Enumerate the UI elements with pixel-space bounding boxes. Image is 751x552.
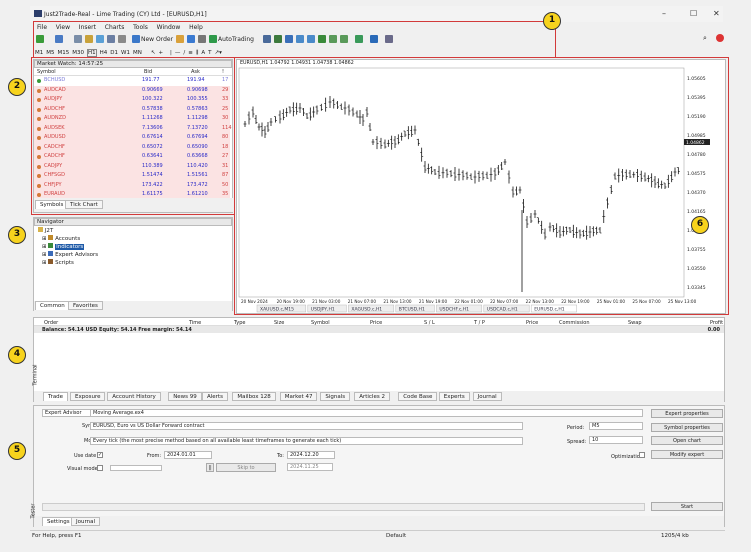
- nav-expert-advisors-label: Expert Advisors: [55, 252, 99, 258]
- tester-ea-select[interactable]: Moving Average.ex4: [90, 409, 643, 417]
- nav-accounts-label: Accounts: [55, 236, 81, 242]
- accounts-icon: [48, 235, 54, 240]
- chart-highlight: [234, 57, 729, 315]
- navigator-panel: Navigator J2T ⊞ Accounts ⊞ Indicators ⊞ …: [33, 217, 233, 311]
- tester-tabs: Settings Journal: [34, 516, 724, 527]
- terminal-tab[interactable]: Market 47: [279, 392, 318, 401]
- terminal-tab[interactable]: Exposure: [70, 392, 106, 401]
- nav-root-label: J2T: [44, 228, 54, 234]
- terminal-panel: Order Time Type Size Symbol Price S / LT / P Pr…: [33, 317, 725, 402]
- expert-properties-button[interactable]: Expert properties: [651, 409, 723, 418]
- terminal-tab[interactable]: Articles 2: [354, 392, 390, 401]
- market-watch-highlight: [31, 57, 235, 215]
- profit-value: 0.00: [707, 327, 720, 333]
- pause-button[interactable]: ||: [206, 463, 214, 472]
- indicators-icon: [48, 243, 54, 248]
- callout-5: 5: [8, 442, 26, 460]
- window-title: Just2Trade-Real - Lime Trading (CY) Ltd …: [44, 11, 207, 18]
- callout-4: 4: [8, 346, 26, 364]
- skip-to-date[interactable]: 2024.11.25: [287, 463, 333, 471]
- terminal-tab[interactable]: Experts: [438, 392, 470, 401]
- close-icon[interactable]: ✕: [713, 9, 720, 18]
- notification-icon[interactable]: [716, 34, 724, 42]
- search-icon[interactable]: ⌕: [703, 34, 707, 43]
- nav-indicators-label: Indicators: [55, 244, 85, 250]
- app-icon: [34, 10, 42, 17]
- terminal-tab[interactable]: Journal: [472, 392, 502, 401]
- from-label: From:: [147, 453, 162, 459]
- visual-mode-label: Visual mode: [67, 466, 98, 472]
- tester-side-label: Tester: [30, 503, 37, 519]
- tester-progress: [42, 503, 645, 511]
- tester-panel: Expert Advisor Moving Average.ex4 Symbol…: [33, 405, 725, 527]
- spread-label: Spread:: [567, 439, 587, 445]
- minimize-icon[interactable]: –: [662, 9, 666, 18]
- from-date[interactable]: 2024.01.01: [164, 451, 212, 459]
- terminal-tab[interactable]: Mailbox 128: [232, 392, 276, 401]
- nav-expert-advisors[interactable]: ⊞ Expert Advisors: [42, 251, 98, 258]
- terminal-tab[interactable]: Alerts: [202, 392, 228, 401]
- tester-symbol-select[interactable]: EURUSD, Euro vs US Dollar Forward contra…: [90, 422, 523, 430]
- open-chart-button[interactable]: Open chart: [651, 436, 723, 445]
- toolbar-highlight: [33, 21, 556, 58]
- modify-expert-button[interactable]: Modify expert: [651, 450, 723, 459]
- spread-select[interactable]: 10: [589, 436, 643, 444]
- terminal-tabs: Trade Exposure Account History News 99 Alert…: [34, 391, 724, 402]
- balance-row: Balance: 54.14 USD Equity: 54.14 Free ma…: [34, 326, 724, 333]
- terminal-tab[interactable]: News 99: [168, 392, 202, 401]
- nav-root[interactable]: J2T: [38, 227, 53, 234]
- nav-accounts[interactable]: ⊞ Accounts: [42, 235, 80, 242]
- expert-icon: [48, 251, 54, 256]
- skip-to-button[interactable]: Skip to: [216, 463, 276, 472]
- terminal-tab[interactable]: Code Base: [398, 392, 438, 401]
- title-bar: Just2Trade-Real - Lime Trading (CY) Ltd …: [30, 6, 723, 22]
- speed-slider[interactable]: [110, 465, 162, 471]
- nav-scripts[interactable]: ⊞ Scripts: [42, 259, 74, 266]
- period-label: Period:: [567, 425, 585, 431]
- callout-6: 6: [691, 216, 709, 234]
- to-date[interactable]: 2024.12.20: [287, 451, 335, 459]
- status-profile: Default: [386, 533, 407, 539]
- tab-tester-journal[interactable]: Journal: [71, 517, 101, 526]
- callout-3: 3: [8, 226, 26, 244]
- tab-common[interactable]: Common: [35, 301, 70, 310]
- tester-model-select[interactable]: Every tick (the most precise method base…: [90, 437, 523, 445]
- nav-scripts-label: Scripts: [55, 260, 74, 266]
- optimization-checkbox[interactable]: [639, 452, 645, 458]
- tab-favorites[interactable]: Favorites: [68, 301, 103, 310]
- folder-icon: [38, 227, 43, 232]
- scripts-icon: [48, 259, 54, 264]
- status-help: For Help, press F1: [32, 533, 82, 539]
- start-button[interactable]: Start: [651, 502, 723, 511]
- navigator-header: Navigator: [34, 218, 232, 226]
- terminal-tab[interactable]: Trade: [43, 392, 69, 401]
- balance-text: Balance: 54.14 USD Equity: 54.14 Free ma…: [42, 327, 192, 333]
- status-bar: For Help, press F1 Default 1205/4 kb: [30, 530, 725, 540]
- symbol-properties-button[interactable]: Symbol properties: [651, 423, 723, 432]
- period-select[interactable]: M5: [589, 422, 643, 430]
- callout-1: 1: [543, 12, 561, 30]
- visual-mode-checkbox[interactable]: [97, 465, 103, 471]
- nav-indicators[interactable]: ⊞ Indicators: [42, 243, 85, 250]
- maximize-icon[interactable]: ☐: [690, 9, 697, 18]
- status-traffic: 1205/4 kb: [661, 533, 689, 539]
- terminal-columns: Order Time Type Size Symbol Price S / LT / P Pr…: [34, 318, 724, 326]
- callout-2: 2: [8, 78, 26, 96]
- terminal-tab[interactable]: Signals: [320, 392, 351, 401]
- navigator-tabs: Common Favorites: [34, 301, 232, 311]
- terminal-tab[interactable]: Account History: [107, 392, 161, 401]
- to-label: To:: [277, 453, 284, 459]
- tab-settings[interactable]: Settings: [42, 517, 75, 526]
- use-date-label: Use date: [74, 453, 97, 459]
- use-date-checkbox[interactable]: ✓: [97, 452, 103, 458]
- terminal-side-label: Terminal: [32, 364, 39, 386]
